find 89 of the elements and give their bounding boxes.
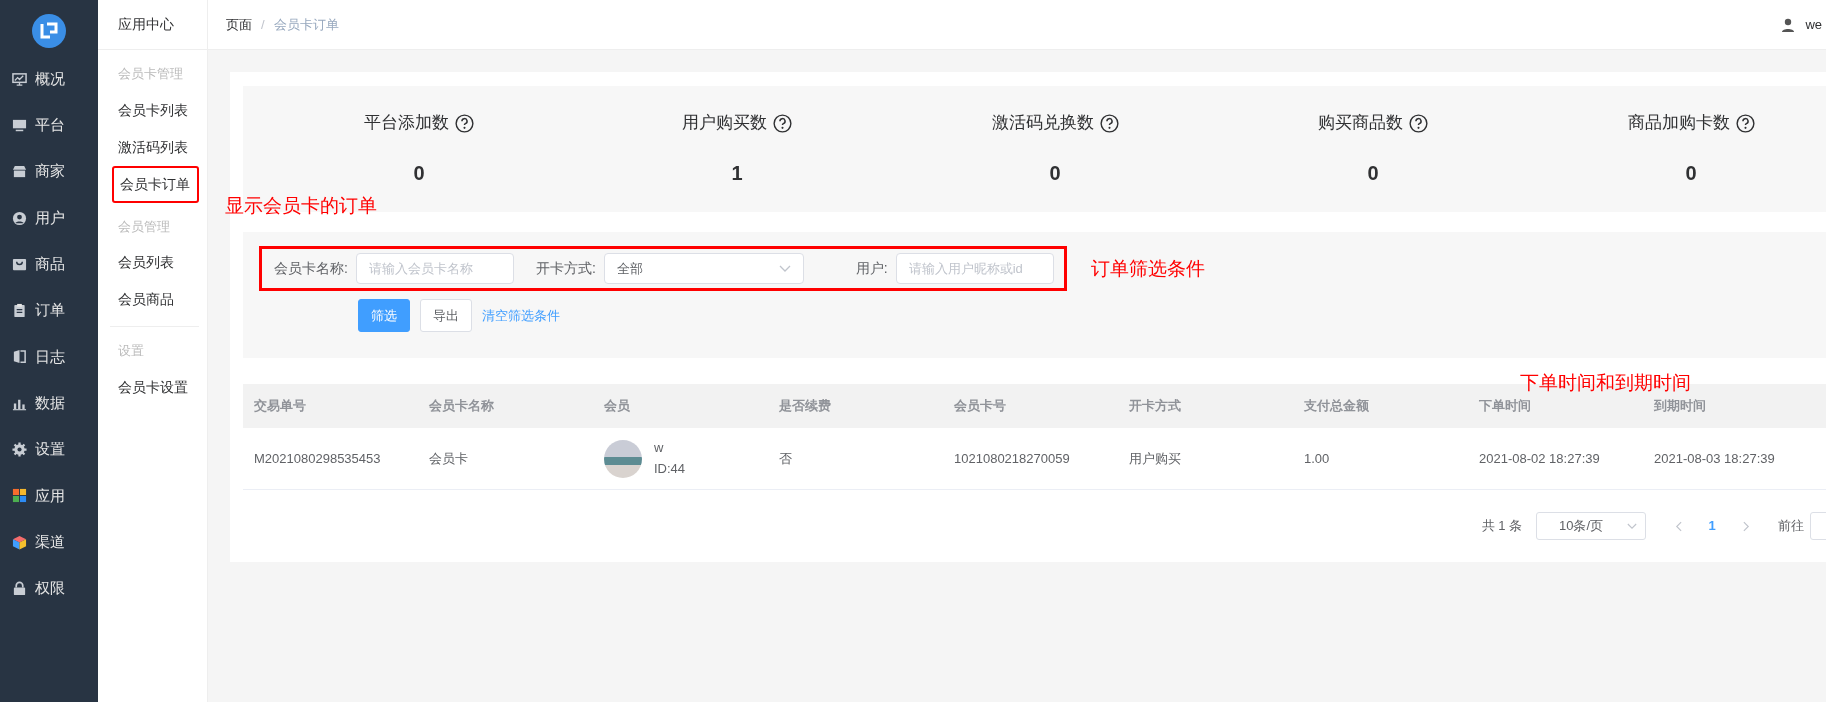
total-count: 共 1 条 (1481, 517, 1522, 536)
stat-value: 0 (413, 160, 425, 186)
chevron-down-icon (778, 264, 791, 273)
sidebar-item[interactable]: 数据 (0, 380, 98, 427)
help-icon[interactable] (1099, 113, 1119, 133)
sidebar-item[interactable]: 商品 (0, 241, 98, 288)
nav-link[interactable]: 激活码列表 (110, 128, 199, 166)
column-header: 下单时间 (1478, 397, 1532, 416)
nav-link[interactable]: 会员列表 (110, 244, 199, 281)
stat-label: 激活码兑换数 (991, 112, 1094, 135)
breadcrumb-item[interactable]: 页面 (226, 14, 252, 35)
column-header: 支付总金额 (1303, 397, 1370, 416)
table-cell-text: 1.00 (1303, 449, 1331, 468)
breadcrumb-item: 会员卡订单 (273, 15, 339, 34)
group-heading: 会员管理 (117, 217, 171, 236)
breadcrumb-separator: / (261, 15, 265, 34)
column-header: 开卡方式 (1128, 397, 1182, 416)
chart-board-icon (12, 71, 27, 87)
help-icon[interactable] (1735, 113, 1755, 133)
field-label: 开卡方式: (535, 259, 596, 278)
book-icon (12, 349, 27, 365)
nav-link[interactable]: 会员卡列表 (110, 91, 199, 129)
logo-icon (32, 14, 66, 48)
sidebar-item[interactable]: 日志 (0, 333, 98, 381)
table-cell-text: 会员卡 (428, 449, 469, 468)
clipboard-icon (12, 303, 27, 319)
sidebar-item[interactable]: 渠道 (0, 518, 98, 566)
user-icon (12, 210, 27, 226)
select-field[interactable]: 全部 (603, 253, 804, 284)
help-icon[interactable] (773, 113, 792, 133)
stat-value: 1 (731, 160, 743, 186)
sidebar-item[interactable]: 设置 (0, 426, 98, 473)
stat-label: 用户购买数 (682, 112, 767, 135)
cube-icon (12, 534, 27, 550)
stat-label: 购买商品数 (1318, 112, 1403, 135)
lock-icon (12, 580, 27, 596)
help-icon[interactable] (455, 113, 474, 133)
stat-value: 0 (1049, 160, 1061, 186)
goto-label: 前往 (1778, 517, 1804, 536)
member-name: w (654, 438, 665, 457)
sidebar-item[interactable]: 商家 (0, 148, 98, 195)
sidebar-item[interactable]: 平台 (0, 102, 98, 149)
shop-icon (12, 164, 27, 180)
table-cell-text: 2021-08-02 18:27:39 (1478, 449, 1601, 468)
member-id: ID:44 (654, 459, 686, 478)
monitor-icon (12, 117, 27, 133)
sidebar-item[interactable]: 订单 (0, 287, 98, 334)
panel-title: 应用中心 (98, 0, 207, 50)
annotation-text: 下单时间和到期时间 (1520, 371, 1691, 395)
user-name[interactable]: we (1805, 14, 1822, 35)
avatar-photo (604, 439, 642, 478)
table-cell-text: 用户购买 (1128, 449, 1182, 468)
table-cell-text: 否 (778, 449, 793, 468)
column-header: 会员卡号 (953, 397, 1007, 416)
stat-value: 0 (1685, 160, 1697, 186)
input-field[interactable]: 请输入会员卡名称 (355, 253, 514, 284)
page-size-select[interactable]: 10条/页 (1536, 512, 1646, 540)
app-grid-icon (12, 488, 27, 504)
chevron-down-icon (1627, 522, 1637, 530)
help-icon[interactable] (1409, 113, 1428, 133)
nav-link[interactable]: 会员卡设置 (110, 368, 199, 406)
annotation-text: 显示会员卡的订单 (225, 194, 377, 218)
column-header: 会员卡名称 (428, 397, 495, 416)
sidebar-item[interactable]: 用户 (0, 194, 98, 242)
stat-label: 平台添加数 (364, 112, 449, 135)
field-label: 用户: (855, 259, 888, 278)
table-cell-text: M2021080298535453 (253, 449, 382, 468)
export-button[interactable]: 导出 (420, 299, 472, 332)
settings-icon (12, 442, 27, 457)
group-heading: 设置 (117, 342, 145, 360)
nav-link[interactable]: 会员商品 (110, 281, 199, 318)
column-header: 是否续费 (778, 397, 832, 416)
column-header: 交易单号 (253, 397, 307, 416)
field-label: 会员卡名称: (274, 259, 348, 278)
stat-label: 商品加购卡数 (1627, 112, 1730, 135)
user-icon (1781, 17, 1796, 32)
table-cell-text: 1021080218270059 (953, 449, 1071, 468)
group-heading: 会员卡管理 (117, 65, 184, 83)
nav-link[interactable]: 会员卡订单 (112, 165, 199, 203)
sidebar-item[interactable]: 应用 (0, 472, 98, 519)
sidebar-item[interactable]: 权限 (0, 565, 98, 612)
column-header: 会员 (603, 397, 631, 416)
table-cell-text: 2021-08-03 18:27:39 (1653, 449, 1776, 468)
bag-icon (12, 256, 27, 272)
sidebar-item[interactable]: 概况 (0, 56, 98, 103)
input-field[interactable]: 请输入用户昵称或id (895, 253, 1054, 284)
column-header: 到期时间 (1653, 397, 1707, 416)
stat-value: 0 (1367, 160, 1379, 186)
annotation-text: 订单筛选条件 (1091, 257, 1205, 281)
